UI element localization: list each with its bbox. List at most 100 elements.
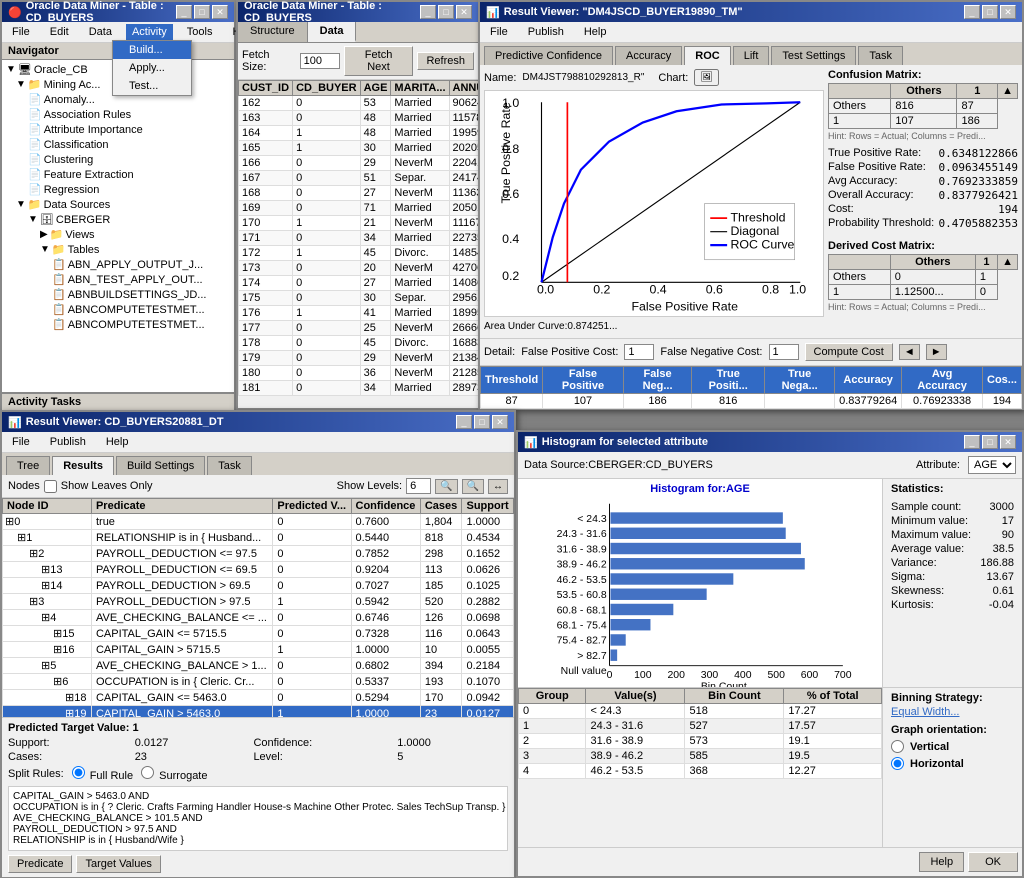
tab-roc[interactable]: ROC	[684, 46, 730, 65]
dt-menu-help[interactable]: Help	[100, 434, 135, 450]
hist-maximize[interactable]: □	[982, 435, 998, 449]
tab-data[interactable]: Data	[308, 22, 357, 42]
show-leaves-checkbox[interactable]	[44, 480, 57, 493]
thresh-r1c6: 0.83779264	[835, 394, 902, 409]
hist-chart-title: Histogram for:AGE	[522, 483, 878, 495]
confusion-matrix-table: Others 1 ▲ Others 816 87	[828, 83, 1018, 129]
data-minimize[interactable]: _	[420, 5, 436, 19]
nav-controls[interactable]: _ □ ✕	[176, 5, 228, 19]
stat-prob-label: Probability Threshold:	[828, 217, 935, 230]
roc-chart-icon-button[interactable]: 🖼	[694, 69, 719, 86]
tab-task[interactable]: Task	[858, 46, 903, 65]
menu-activity[interactable]: Activity	[126, 24, 173, 40]
roc-menu-help[interactable]: Help	[578, 24, 613, 40]
hist-attribute-select[interactable]: AGE	[968, 456, 1016, 474]
tree-item-datasources[interactable]: ▼ 📁 Data Sources	[4, 197, 232, 212]
list-item: 446.2 - 53.536812.27	[519, 764, 882, 779]
menu-tools[interactable]: Tools	[181, 24, 219, 40]
tree-item-regression[interactable]: 📄 Regression	[4, 182, 232, 197]
full-rule-radio[interactable]	[72, 766, 85, 779]
predicate-button[interactable]: Predicate	[8, 855, 72, 873]
tab-results[interactable]: Results	[52, 456, 114, 475]
data-close[interactable]: ✕	[456, 5, 472, 19]
tree-item-abn4[interactable]: 📋 ABNCOMPUTETESTMET...	[4, 302, 232, 317]
menu-item-build[interactable]: Build...	[113, 41, 191, 59]
tab-tree[interactable]: Tree	[6, 456, 50, 475]
data-maximize[interactable]: □	[438, 5, 454, 19]
tab-accuracy[interactable]: Accuracy	[615, 46, 682, 65]
tree-item-cberger[interactable]: ▼ 🗄 CBERGER	[4, 212, 232, 227]
roc-prev-button[interactable]: ◄	[899, 344, 920, 360]
dt-tool-btn3[interactable]: ↔	[488, 479, 508, 494]
tab-pred-confidence[interactable]: Predictive Confidence	[484, 46, 613, 65]
tab-test-settings[interactable]: Test Settings	[771, 46, 856, 65]
maximize-button[interactable]: □	[194, 5, 210, 19]
menu-file[interactable]: File	[6, 24, 36, 40]
refresh-button[interactable]: Refresh	[417, 52, 474, 70]
fn-cost-input[interactable]	[769, 344, 799, 360]
vertical-radio[interactable]	[891, 740, 904, 753]
menu-item-apply[interactable]: Apply...	[113, 59, 191, 77]
fp-cost-input[interactable]	[624, 344, 654, 360]
table-row: 175030Separ.295612	[239, 291, 479, 306]
menu-edit[interactable]: Edit	[44, 24, 75, 40]
hist-controls[interactable]: _ □ ✕	[964, 435, 1016, 449]
menu-item-test[interactable]: Test...	[113, 77, 191, 95]
tree-item-abn5[interactable]: 📋 ABNCOMPUTETESTMET...	[4, 317, 232, 332]
derived-cost-label: Derived Cost Matrix:	[828, 240, 1018, 252]
compute-cost-button[interactable]: Compute Cost	[805, 343, 893, 361]
tree-item-classification[interactable]: 📄 Classification	[4, 137, 232, 152]
tree-item-views[interactable]: ▶ 📁 Views	[4, 227, 232, 242]
matrix-scrollbar[interactable]: ▲	[998, 84, 1018, 99]
dt-menubar: File Publish Help	[2, 432, 514, 453]
tree-item-abn1[interactable]: 📋 ABN_APPLY_OUTPUT_J...	[4, 257, 232, 272]
tree-item-abn3[interactable]: 📋 ABNBUILDSETTINGS_JD...	[4, 287, 232, 302]
menu-data[interactable]: Data	[83, 24, 118, 40]
hist-minimize[interactable]: _	[964, 435, 980, 449]
stat-sigma-row: Sigma: 13.67	[891, 571, 1014, 583]
hist-help-button[interactable]: Help	[919, 852, 964, 872]
dt-close[interactable]: ✕	[492, 415, 508, 429]
tree-item-association[interactable]: 📄 Association Rules	[4, 107, 232, 122]
close-button[interactable]: ✕	[212, 5, 228, 19]
data-controls[interactable]: _ □ ✕	[420, 5, 472, 19]
roc-menu-file[interactable]: File	[484, 24, 514, 40]
tab-structure[interactable]: Structure	[238, 22, 308, 42]
dt-minimize[interactable]: _	[456, 415, 472, 429]
table-row: 164148Married199590	[239, 126, 479, 141]
surrogate-radio[interactable]	[141, 766, 154, 779]
roc-maximize[interactable]: □	[982, 5, 998, 19]
roc-chart-container: 1.0 0.8 0.6 0.4 0.2 0.0 0.2 0.4 0.6 0.8 …	[484, 90, 824, 317]
dt-menu-publish[interactable]: Publish	[44, 434, 92, 450]
tab-lift[interactable]: Lift	[733, 46, 770, 65]
tree-item-clustering[interactable]: 📄 Clustering	[4, 152, 232, 167]
hist-ok-button[interactable]: OK	[968, 852, 1018, 872]
hist-close[interactable]: ✕	[1000, 435, 1016, 449]
fetch-next-button[interactable]: Fetch Next	[344, 46, 414, 76]
tree-item-feature[interactable]: 📄 Feature Extraction	[4, 167, 232, 182]
svg-text:68.1 - 75.4: 68.1 - 75.4	[557, 621, 607, 632]
tab-build-settings[interactable]: Build Settings	[116, 456, 205, 475]
roc-menu-publish[interactable]: Publish	[522, 24, 570, 40]
minimize-button[interactable]: _	[176, 5, 192, 19]
dt-tool-btn1[interactable]: 🔍	[435, 479, 457, 494]
dt-menu-file[interactable]: File	[6, 434, 36, 450]
tab-task-dt[interactable]: Task	[207, 456, 252, 475]
roc-next-button[interactable]: ►	[926, 344, 947, 360]
dt-tool-btn2[interactable]: 🔍	[462, 479, 484, 494]
show-levels-input[interactable]	[406, 478, 431, 494]
roc-minimize[interactable]: _	[964, 5, 980, 19]
tree-item-abn2[interactable]: 📋 ABN_TEST_APPLY_OUT...	[4, 272, 232, 287]
horizontal-radio[interactable]	[891, 757, 904, 770]
tree-icon-db: 🖥	[18, 63, 32, 76]
tree-item-attribute[interactable]: 📄 Attribute Importance	[4, 122, 232, 137]
fetch-size-input[interactable]	[300, 53, 340, 69]
tree-item-tables[interactable]: ▼ 📁 Tables	[4, 242, 232, 257]
dt-maximize[interactable]: □	[474, 415, 490, 429]
stat-avg-acc-label: Avg Accuracy:	[828, 175, 935, 188]
target-values-button[interactable]: Target Values	[76, 855, 160, 873]
derived-scrollbar[interactable]: ▲	[998, 255, 1018, 270]
roc-close[interactable]: ✕	[1000, 5, 1016, 19]
dt-controls[interactable]: _ □ ✕	[456, 415, 508, 429]
roc-controls[interactable]: _ □ ✕	[964, 5, 1016, 19]
